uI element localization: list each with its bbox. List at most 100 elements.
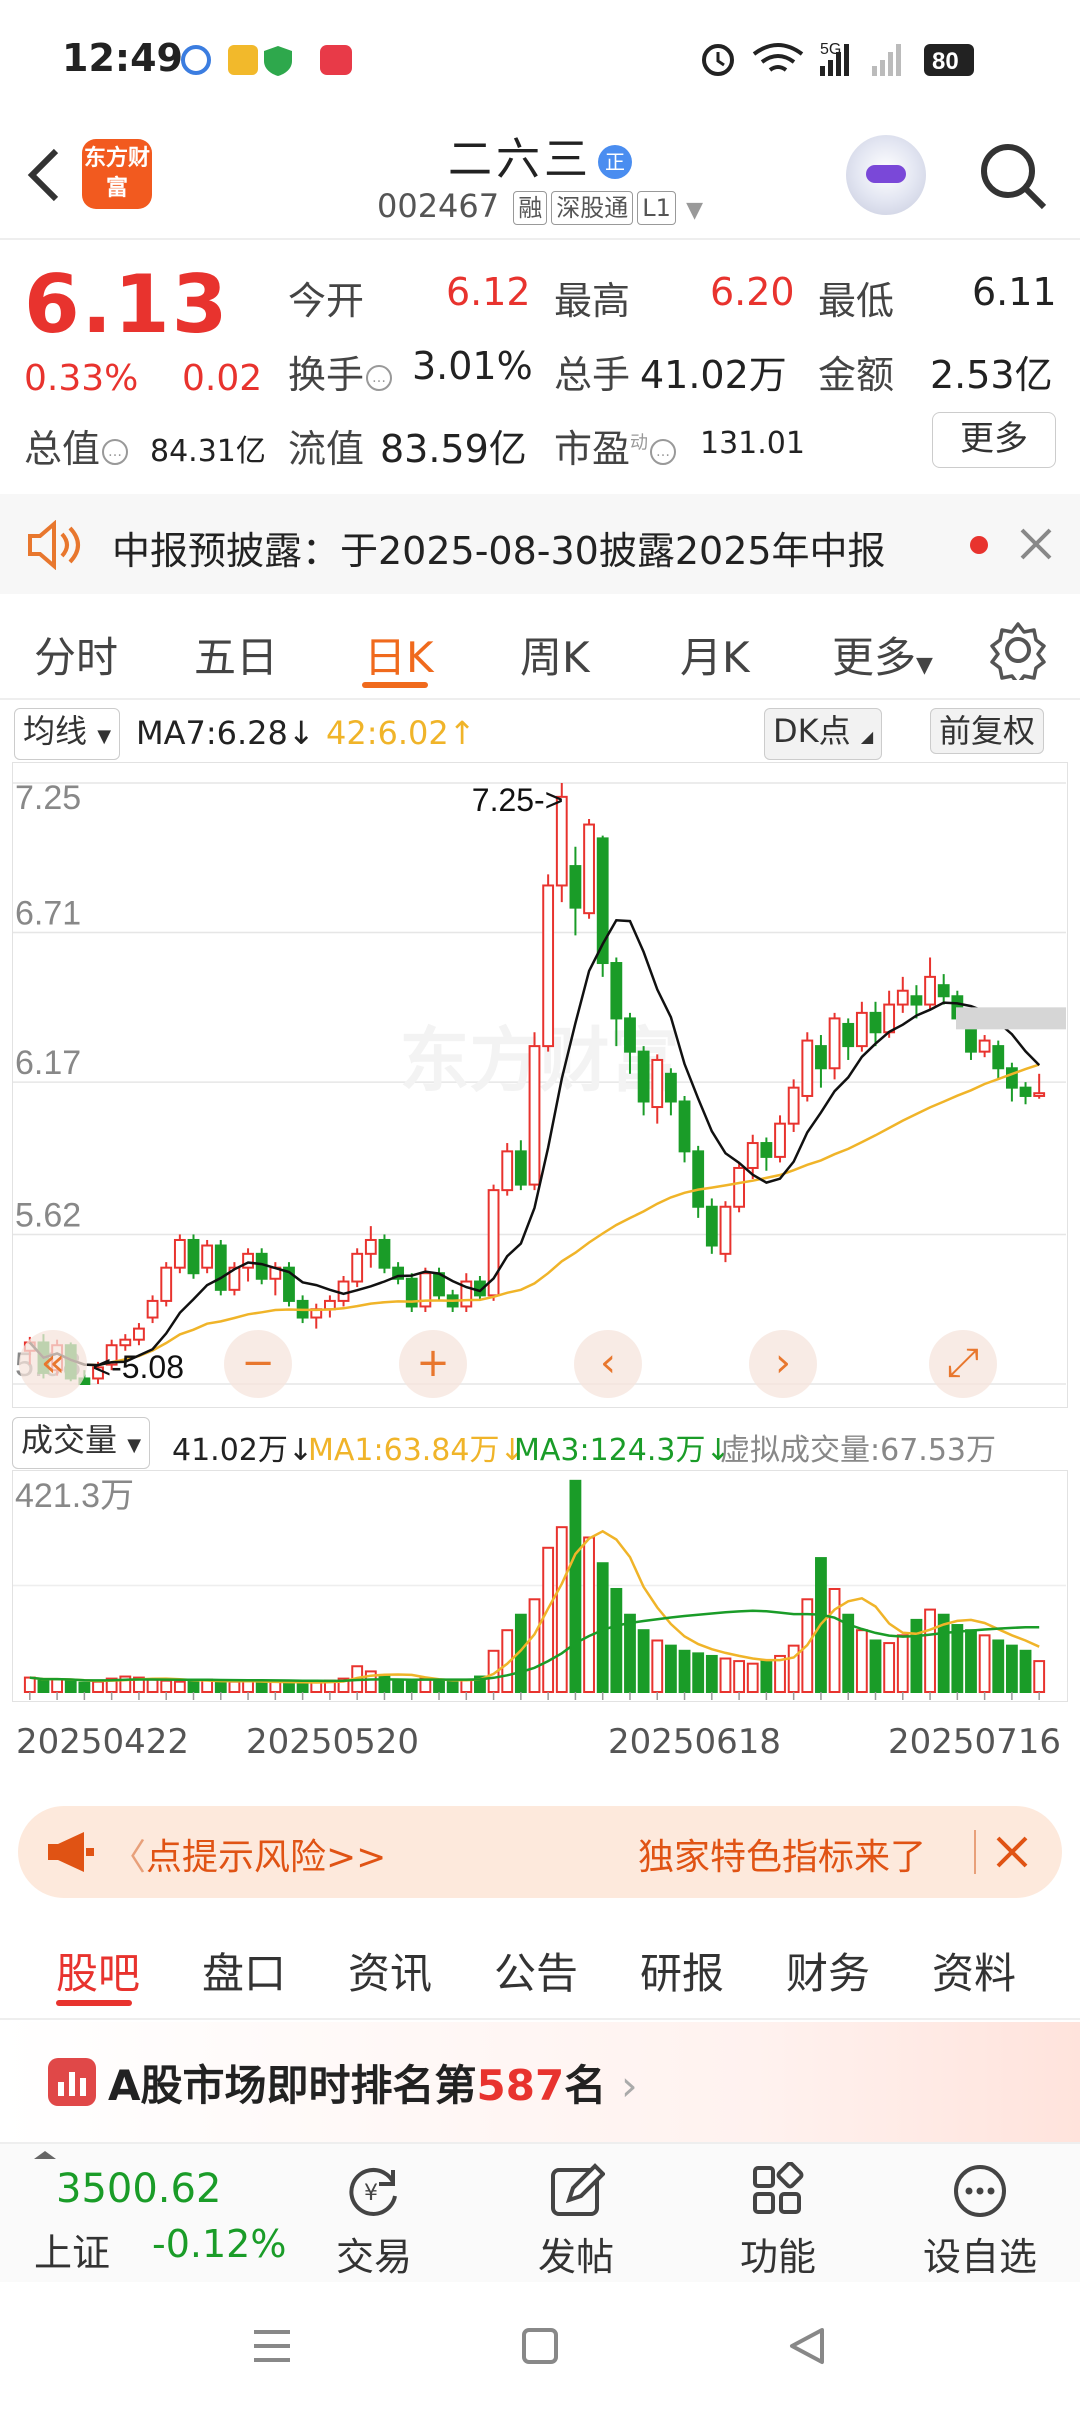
adjust-button[interactable]: 前复权 <box>930 708 1045 754</box>
tab-pankou[interactable]: 盘口 <box>202 1940 286 2001</box>
candle-body <box>133 1327 145 1341</box>
candle-body <box>678 1100 691 1153</box>
date-tick: 20250618 <box>608 1722 782 1762</box>
volume-bar <box>951 1624 964 1693</box>
pe-sup: 动 <box>630 432 649 454</box>
tag-connect: 深股通 <box>551 191 634 225</box>
index-value[interactable]: 3500.62 <box>56 2166 221 2212</box>
more-quote-button[interactable]: 更多 <box>932 412 1056 468</box>
search-button[interactable] <box>976 139 1050 217</box>
volume-ma1-value: MA1:63.84万 <box>308 1433 500 1468</box>
volume-ma1: MA1:63.84万↓ <box>308 1433 525 1468</box>
trade-button[interactable]: ¥ 交易 <box>304 2162 444 2281</box>
tab-research[interactable]: 研报 <box>640 1940 724 2001</box>
tab-weekly-k[interactable]: 周K <box>520 624 590 685</box>
candle-body <box>651 1058 664 1109</box>
function-button[interactable]: 功能 <box>708 2162 848 2281</box>
candle-body <box>201 1244 214 1269</box>
speaker-icon <box>28 520 80 570</box>
candle-body <box>146 1299 159 1319</box>
chart-control-icon: « <box>41 1340 65 1386</box>
volume-bar <box>23 1676 36 1693</box>
tab-guba[interactable]: 股吧 <box>56 1940 140 2001</box>
stock-header: 东方财富 二六三正 002467 融深股通 L1 ▼ <box>0 115 1080 240</box>
stock-code: 002467 <box>376 187 500 225</box>
chevron-left-icon: 〈 <box>110 1837 147 1878</box>
dk-point-button[interactable]: DK点 ◢ <box>764 708 883 760</box>
volume-bar <box>596 1562 609 1693</box>
risk-left-label: 点提示风险>> <box>146 1837 387 1878</box>
candle-body <box>1005 1067 1018 1089</box>
risk-right-text[interactable]: 独家特色指标来了 <box>638 1828 926 1880</box>
candle-body <box>364 1238 377 1255</box>
info-icon[interactable]: … <box>650 438 677 465</box>
tab-news[interactable]: 资讯 <box>348 1940 432 2001</box>
risk-banner[interactable]: 〈点提示风险>> 独家特色指标来了 <box>18 1806 1062 1898</box>
zheng-badge: 正 <box>598 145 632 179</box>
bar-chart-icon <box>48 2058 96 2106</box>
tab-daily-k[interactable]: 日K <box>364 624 434 685</box>
volume-selector-label: 成交量 <box>21 1421 118 1459</box>
volume-bar <box>392 1678 405 1693</box>
turnover-label: 换手 <box>288 353 365 397</box>
home-square-icon[interactable] <box>520 2326 560 2366</box>
chart-control-icon: › <box>775 1340 791 1386</box>
volume-bar <box>446 1680 459 1693</box>
status-icons: 5G 80 <box>692 38 992 90</box>
kline-chart[interactable]: 7.256.716.175.625.08东方财富7.25-><-5.08«−+‹… <box>12 762 1068 1408</box>
date-axis: 20250422 20250520 20250618 20250716 <box>0 1718 1080 1768</box>
rank-banner[interactable]: A股市场即时排名第587名 › <box>0 2022 1080 2142</box>
candle-body <box>501 1150 514 1192</box>
candle-body <box>883 1003 896 1034</box>
mcap-label: 总值 <box>24 427 101 471</box>
status-bar: 12:49 5G 80 <box>0 0 1080 115</box>
volume-selector[interactable]: 成交量 ▼ <box>12 1417 151 1469</box>
close-icon[interactable] <box>1018 526 1054 562</box>
candle-body <box>896 989 909 1006</box>
tab-intraday[interactable]: 分时 <box>34 624 118 685</box>
risk-left-text[interactable]: 〈点提示风险>> <box>110 1828 386 1880</box>
post-button[interactable]: 发帖 <box>506 2162 646 2281</box>
candle-body <box>842 1022 855 1048</box>
menu-icon[interactable] <box>250 2326 294 2366</box>
volume-bar <box>965 1629 977 1694</box>
close-icon[interactable] <box>994 1834 1030 1870</box>
candle-body <box>746 1142 759 1169</box>
volume-bar <box>296 1681 309 1694</box>
volume-bar <box>910 1618 923 1693</box>
kline-svg: 7.256.716.175.625.08东方财富7.25-><-5.08«−+‹… <box>13 779 1066 1398</box>
back-triangle-icon[interactable] <box>786 2324 830 2368</box>
dropdown-icon[interactable]: ▼ <box>686 198 703 223</box>
ma-selector[interactable]: 均线 ▼ <box>14 708 121 760</box>
tab-five-day[interactable]: 五日 <box>194 624 278 685</box>
open-value: 6.12 <box>446 270 531 314</box>
info-icon[interactable]: … <box>366 364 393 391</box>
volume-bar <box>405 1679 418 1694</box>
volume-bar <box>651 1639 664 1694</box>
tab-monthly-k[interactable]: 月K <box>680 624 750 685</box>
amount-value: 2.53亿 <box>930 353 1053 397</box>
settings-gear-icon[interactable] <box>988 620 1048 680</box>
expand-up-icon[interactable] <box>32 2146 58 2160</box>
grid-icon <box>753 2162 804 2214</box>
volume-label: 总手 <box>554 353 631 397</box>
assistant-robot-avatar[interactable] <box>846 135 926 215</box>
candle-body <box>378 1238 391 1269</box>
bottom-toolbar: 3500.62 上证 -0.12% ¥ 交易 发帖 功能 设自选 <box>0 2142 1080 2282</box>
date-tick: 20250716 <box>888 1722 1062 1762</box>
info-icon[interactable]: … <box>102 438 129 465</box>
low-value: 6.11 <box>972 270 1057 314</box>
add-watchlist-button[interactable]: 设自选 <box>910 2162 1050 2281</box>
tab-finance[interactable]: 财务 <box>786 1940 870 2001</box>
candle-body <box>514 1150 527 1186</box>
volume-chart[interactable]: 421.3万 <box>12 1470 1068 1702</box>
volume-bar <box>692 1652 705 1693</box>
rank-suffix: 名 <box>564 2061 607 2110</box>
tab-more[interactable]: 更多▼ <box>832 624 933 685</box>
tag-level: L1 <box>637 191 676 225</box>
tab-profile[interactable]: 资料 <box>932 1940 1016 2001</box>
arrow-down-icon: ↓ <box>287 714 315 752</box>
tab-announcement[interactable]: 公告 <box>494 1940 578 2001</box>
notice-bar[interactable]: 中报预披露：于2025-08-30披露2025年中报 <box>0 494 1080 594</box>
candle-body <box>214 1244 227 1291</box>
